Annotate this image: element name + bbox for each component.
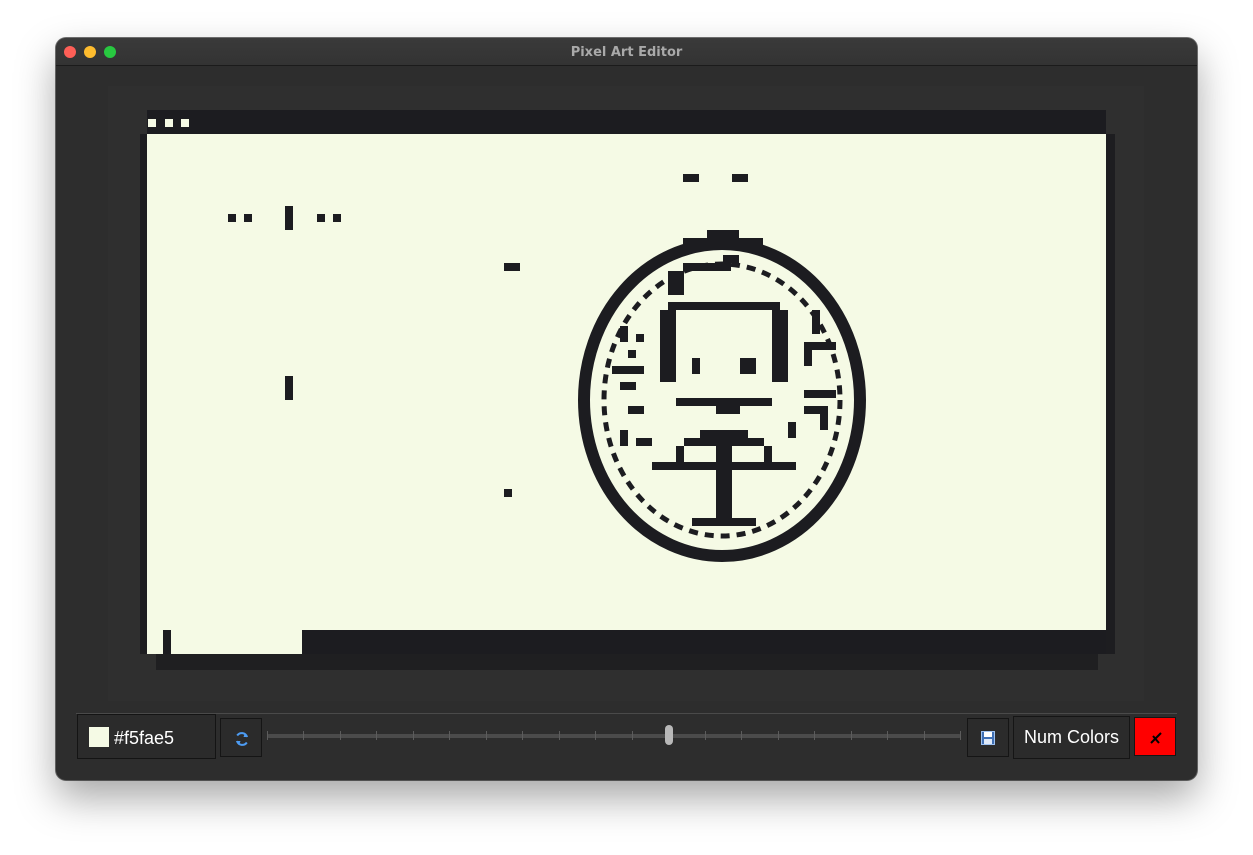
slider-tick xyxy=(778,731,779,740)
window-title: Pixel Art Editor xyxy=(570,45,683,60)
toolbar-divider xyxy=(76,713,1177,714)
slider-tick xyxy=(340,731,341,740)
slider-tick xyxy=(924,731,925,740)
close-button[interactable] xyxy=(1134,717,1176,756)
app-window: Pixel Art Editor #f5fae5 Num Colors xyxy=(56,38,1197,780)
floppy-disk-icon xyxy=(981,731,995,745)
slider-tick xyxy=(522,731,523,740)
slider-tick xyxy=(814,731,815,740)
canvas-bottom-mark xyxy=(163,630,171,654)
slider-tick xyxy=(413,731,414,740)
slider-tick xyxy=(303,731,304,740)
slider-tick xyxy=(741,731,742,740)
canvas-shadow xyxy=(156,654,1098,670)
slider-tick xyxy=(887,731,888,740)
image-titlebar xyxy=(147,110,1106,134)
slider-tick xyxy=(851,731,852,740)
image-titlebar-dot xyxy=(181,119,189,127)
zoom-slider[interactable] xyxy=(267,724,961,748)
slider-tick xyxy=(267,731,268,740)
slider-track[interactable] xyxy=(267,734,961,738)
slider-tick xyxy=(960,731,961,740)
slider-tick xyxy=(595,731,596,740)
current-color-label: #f5fae5 xyxy=(114,728,175,748)
refresh-button[interactable] xyxy=(220,718,262,757)
save-button[interactable] xyxy=(967,718,1009,757)
num-colors-button[interactable]: Num Colors xyxy=(1013,716,1130,759)
slider-thumb[interactable] xyxy=(665,725,673,745)
current-color-picker[interactable]: #f5fae5 xyxy=(77,714,216,759)
slider-tick xyxy=(449,731,450,740)
slider-tick xyxy=(376,731,377,740)
title-bar[interactable]: Pixel Art Editor xyxy=(56,38,1197,66)
pixel-canvas[interactable] xyxy=(147,134,1106,630)
color-swatch[interactable] xyxy=(89,727,109,747)
slider-tick xyxy=(559,731,560,740)
slider-tick xyxy=(705,731,706,740)
image-titlebar-dot xyxy=(165,119,173,127)
refresh-icon xyxy=(236,732,248,746)
close-icon xyxy=(1150,732,1162,744)
slider-tick xyxy=(632,731,633,740)
slider-tick xyxy=(486,731,487,740)
image-titlebar-dot xyxy=(148,119,156,127)
